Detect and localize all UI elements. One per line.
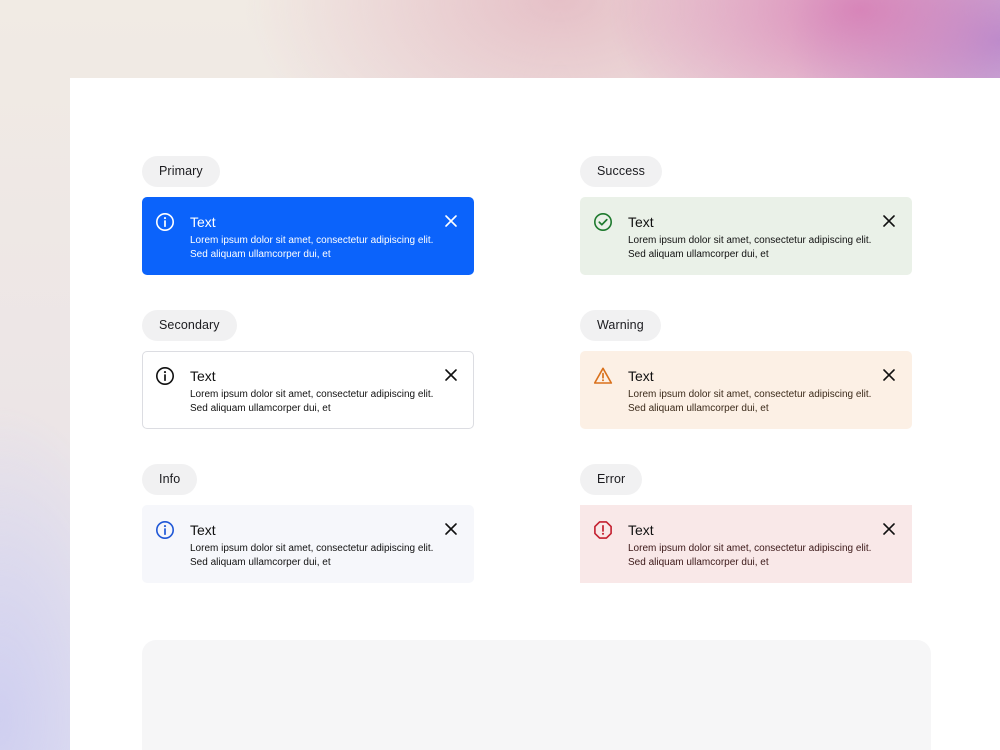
alert-description: Lorem ipsum dolor sit amet, consectetur … xyxy=(190,543,434,568)
success-chip: Success xyxy=(580,156,662,187)
close-icon[interactable] xyxy=(882,214,896,228)
info-icon xyxy=(155,366,175,386)
alerts-showcase-card: Primary Text Lorem ipsum dolor sit amet,… xyxy=(70,78,1000,750)
alert-title: Text xyxy=(628,214,654,230)
alert-description: Lorem ipsum dolor sit amet, consectetur … xyxy=(190,235,434,260)
warning-triangle-icon xyxy=(593,366,613,386)
info-section: Info Text Lorem ipsum dolor sit amet, co… xyxy=(142,464,474,583)
primary-chip: Primary xyxy=(142,156,220,187)
secondary-alert: Text Lorem ipsum dolor sit amet, consect… xyxy=(142,351,474,429)
alert-title: Text xyxy=(190,522,216,538)
warning-alert: Text Lorem ipsum dolor sit amet, consect… xyxy=(580,351,912,429)
close-icon[interactable] xyxy=(444,522,458,536)
warning-section: Warning Text Lorem ipsum dolor sit amet,… xyxy=(580,310,912,429)
error-alert: Text Lorem ipsum dolor sit amet, consect… xyxy=(580,505,912,583)
alert-title: Text xyxy=(628,368,654,384)
close-icon[interactable] xyxy=(882,368,896,382)
error-section: Error Text Lorem ipsum dolor sit amet, c… xyxy=(580,464,912,583)
primary-section: Primary Text Lorem ipsum dolor sit amet,… xyxy=(142,156,474,275)
success-alert: Text Lorem ipsum dolor sit amet, consect… xyxy=(580,197,912,275)
close-icon[interactable] xyxy=(882,522,896,536)
success-section: Success Text Lorem ipsum dolor sit amet,… xyxy=(580,156,912,275)
check-circle-icon xyxy=(593,212,613,232)
bottom-panel xyxy=(142,640,931,750)
info-alert: Text Lorem ipsum dolor sit amet, consect… xyxy=(142,505,474,583)
alert-description: Lorem ipsum dolor sit amet, consectetur … xyxy=(628,389,872,414)
alert-description: Lorem ipsum dolor sit amet, consectetur … xyxy=(628,543,872,568)
close-icon[interactable] xyxy=(444,214,458,228)
info-chip: Info xyxy=(142,464,198,495)
alert-description: Lorem ipsum dolor sit amet, consectetur … xyxy=(628,235,872,260)
alert-title: Text xyxy=(190,214,216,230)
secondary-chip: Secondary xyxy=(142,310,237,341)
alert-title: Text xyxy=(628,522,654,538)
error-chip: Error xyxy=(580,464,643,495)
secondary-section: Secondary Text Lorem ipsum dolor sit ame… xyxy=(142,310,474,429)
info-icon xyxy=(155,212,175,232)
error-octagon-icon xyxy=(593,520,613,540)
primary-alert: Text Lorem ipsum dolor sit amet, consect… xyxy=(142,197,474,275)
info-icon xyxy=(155,520,175,540)
warning-chip: Warning xyxy=(580,310,661,341)
alert-description: Lorem ipsum dolor sit amet, consectetur … xyxy=(190,389,434,414)
alert-title: Text xyxy=(190,368,216,384)
close-icon[interactable] xyxy=(444,368,458,382)
